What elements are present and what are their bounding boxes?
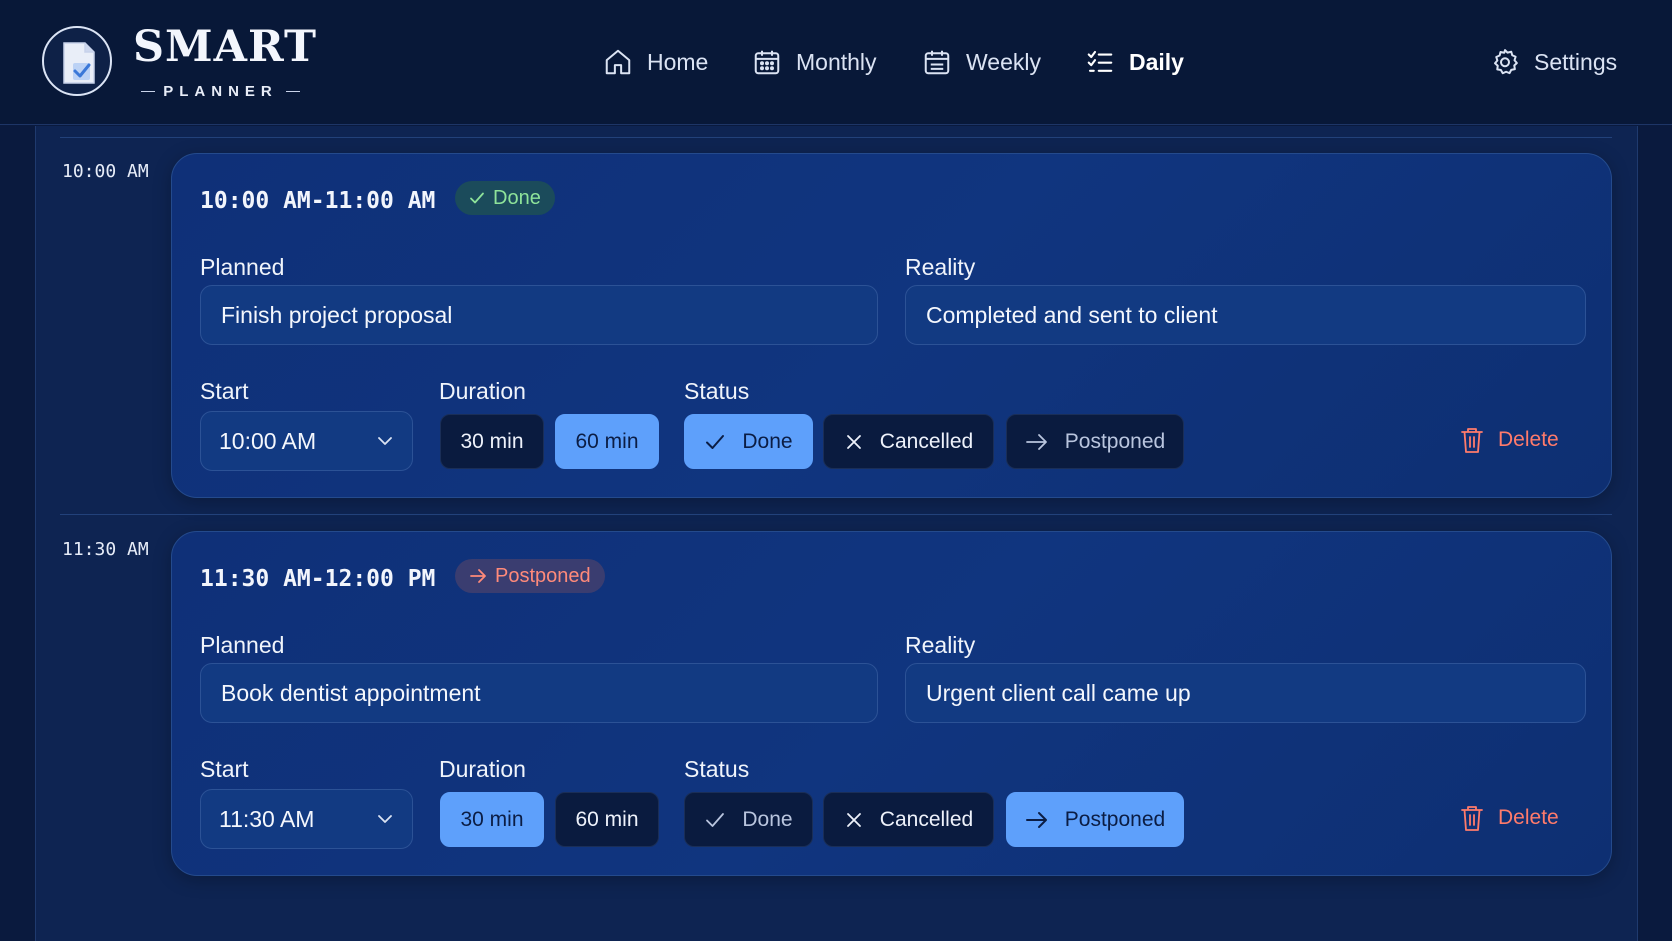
brand-title: SMART [133,22,317,72]
duration-30-button[interactable]: 30 min [440,792,544,847]
divider [285,90,300,92]
check-icon [706,812,725,827]
delete-button[interactable]: Delete [1460,422,1559,458]
nav-daily[interactable]: Daily [1085,44,1184,80]
status-postponed-label: Postponed [1064,807,1166,831]
duration-30-label: 30 min [460,807,524,831]
start-time-value: 10:00 AM [219,427,317,454]
trash-icon [1461,428,1483,453]
status-cancelled-button[interactable]: Cancelled [823,792,994,847]
home-icon [605,49,631,75]
duration-60-button[interactable]: 60 min [555,414,659,469]
reality-input[interactable]: Urgent client call came up [905,663,1586,723]
task-card: 11:30 AM-12:00 PM Postponed Planned Real… [171,531,1612,876]
nav-settings[interactable]: Settings [1490,44,1617,80]
nav-home[interactable]: Home [603,44,708,80]
task-time-range: 10:00 AM-11:00 AM [200,188,436,214]
brand-subtitle-wrap: PLANNER [133,81,308,101]
calendar-icon [924,50,950,75]
status-done-label: Done [742,429,793,453]
calendar-icon [754,50,780,75]
check-icon [706,434,725,449]
reality-label: Reality [905,254,976,280]
check-icon [470,192,484,204]
document-check-icon [63,42,95,84]
start-time-select[interactable]: 11:30 AM [200,789,413,849]
gear-icon [1494,49,1518,75]
time-slot-label: 11:30 AM [62,539,149,560]
row-divider [60,137,1612,138]
nav-monthly-label: Monthly [796,48,877,75]
row-divider [60,514,1612,515]
status-badge-label: Done [493,186,541,209]
close-icon [846,434,861,449]
chevron-down-icon [378,815,392,823]
status-label: Status [684,378,750,404]
chevron-down-icon [378,437,392,445]
task-card: 10:00 AM-11:00 AM Done Planned Reality F… [171,153,1612,498]
status-done-button[interactable]: Done [684,414,813,469]
arrow-right-icon [470,569,486,583]
status-badge-label: Postponed [495,564,591,587]
planned-label: Planned [200,254,285,280]
arrow-right-icon [1025,811,1047,828]
brand-subtitle: PLANNER [163,82,278,100]
start-time-value: 11:30 AM [219,805,315,832]
close-icon [846,812,861,827]
status-postponed-label: Postponed [1064,429,1166,453]
duration-label: Duration [439,378,526,404]
task-time-range: 11:30 AM-12:00 PM [200,566,436,592]
reality-input[interactable]: Completed and sent to client [905,285,1586,345]
status-cancelled-label: Cancelled [879,807,974,831]
delete-button[interactable]: Delete [1460,800,1559,836]
status-cancelled-button[interactable]: Cancelled [823,414,994,469]
duration-60-label: 60 min [575,807,639,831]
nav-weekly-label: Weekly [966,48,1041,75]
delete-label: Delete [1498,806,1559,829]
status-done-button[interactable]: Done [684,792,813,847]
status-done-label: Done [742,807,793,831]
duration-60-label: 60 min [575,429,639,453]
status-postponed-button[interactable]: Postponed [1006,414,1184,469]
nav-settings-label: Settings [1534,48,1618,75]
status-label: Status [684,756,750,782]
duration-30-button[interactable]: 30 min [440,414,544,469]
delete-label: Delete [1498,428,1559,451]
app-header: SMART PLANNER Home Monthly Weekly Daily [0,0,1672,125]
planned-label: Planned [200,632,285,658]
trash-icon [1461,806,1483,831]
duration-30-label: 30 min [460,429,524,453]
arrow-right-icon [1025,433,1047,450]
nav-home-label: Home [647,48,709,75]
planned-input[interactable]: Book dentist appointment [200,663,878,723]
nav-monthly[interactable]: Monthly [752,44,877,80]
planned-input[interactable]: Finish project proposal [200,285,878,345]
divider [141,90,156,92]
nav-daily-label: Daily [1129,48,1184,75]
duration-label: Duration [439,756,526,782]
app-logo [42,26,112,96]
status-cancelled-label: Cancelled [879,429,974,453]
status-postponed-button[interactable]: Postponed [1006,792,1184,847]
time-slot-label: 10:00 AM [62,161,149,182]
nav-weekly[interactable]: Weekly [922,44,1041,80]
reality-label: Reality [905,632,976,658]
start-time-select[interactable]: 10:00 AM [200,411,413,471]
status-badge: Postponed [455,559,605,593]
checklist-icon [1087,50,1113,72]
start-label: Start [200,756,249,782]
duration-60-button[interactable]: 60 min [555,792,659,847]
start-label: Start [200,378,249,404]
status-badge: Done [455,181,555,215]
